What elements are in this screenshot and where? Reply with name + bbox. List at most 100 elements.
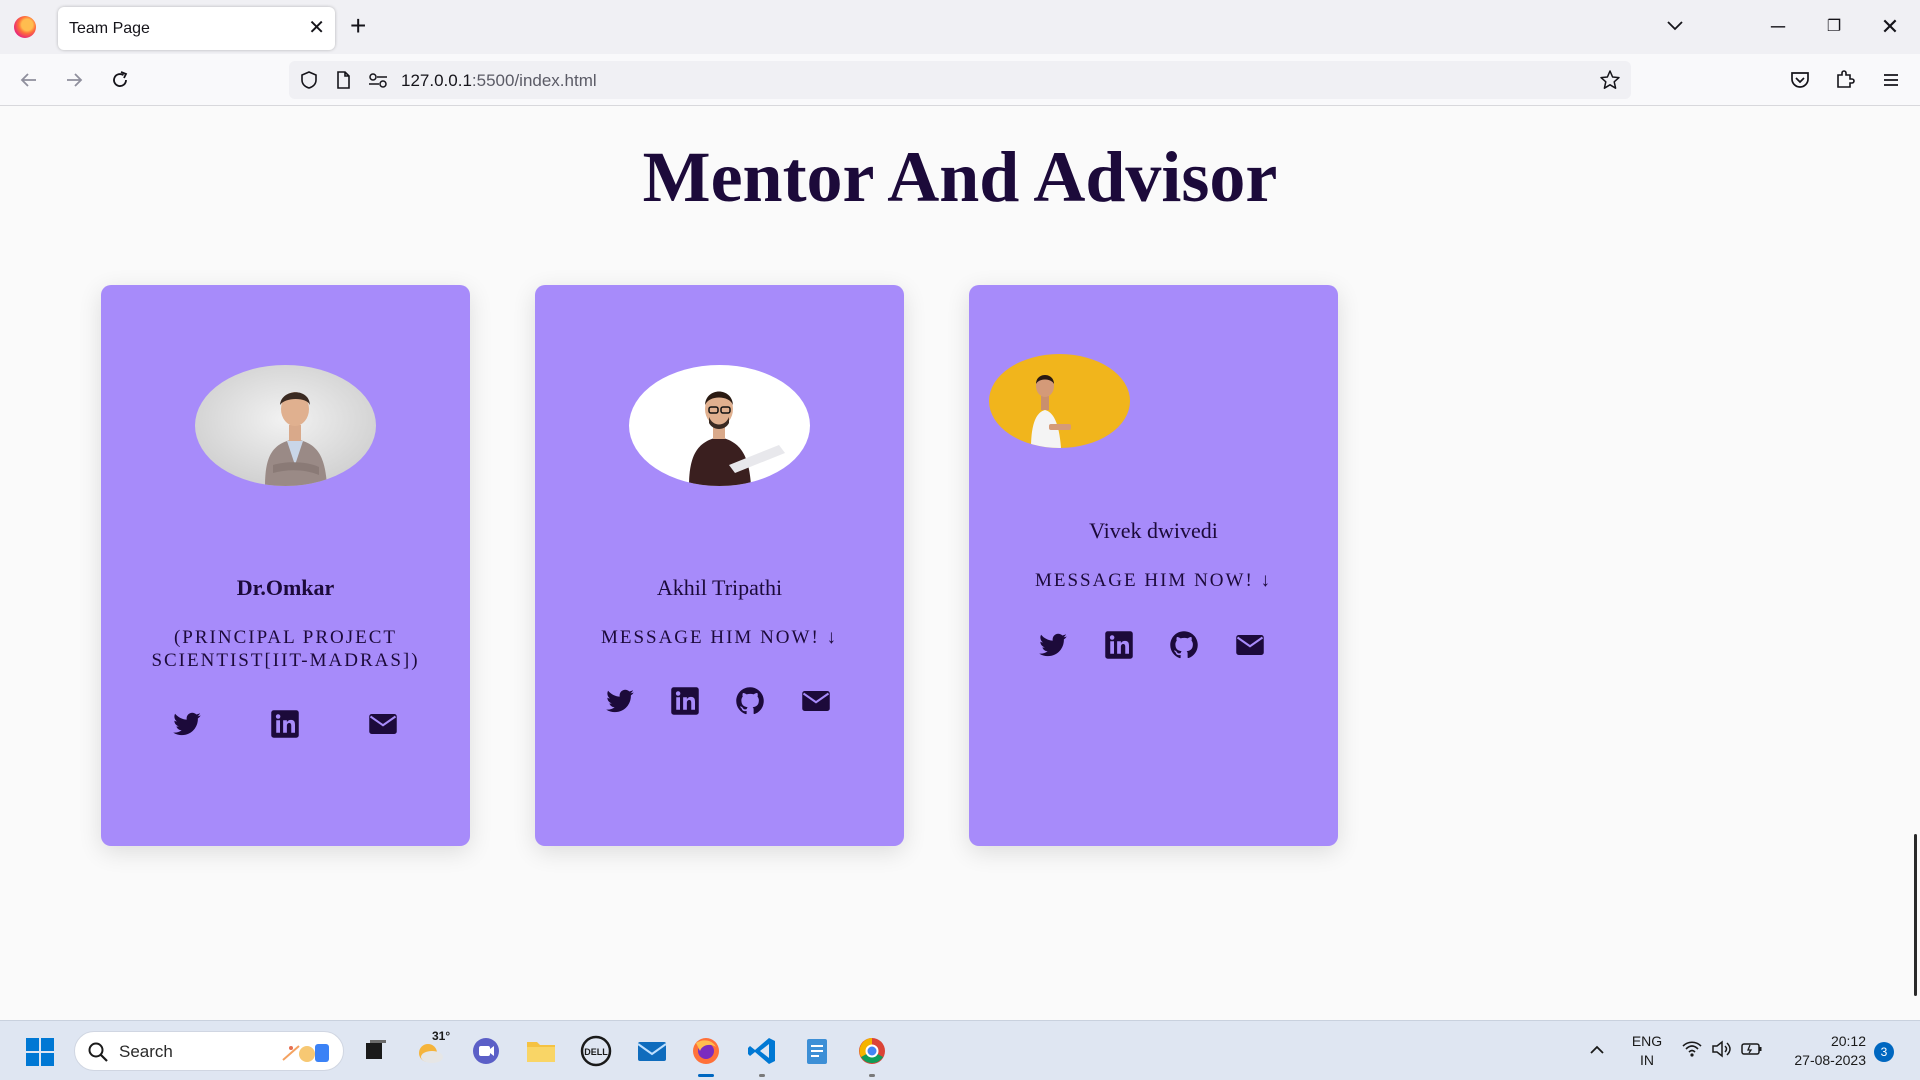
taskbar-vscode[interactable]	[744, 1033, 780, 1077]
running-indicator	[869, 1074, 875, 1077]
search-highlight-icon	[282, 1044, 329, 1062]
mentor-card-vivek: Vivek dwivedi MESSAGE HIM NOW! ↓	[969, 285, 1338, 846]
svg-text:DELL: DELL	[584, 1047, 608, 1057]
taskbar-search-box[interactable]: Search	[74, 1031, 344, 1071]
task-view-icon	[366, 1040, 386, 1059]
arrow-left-icon	[20, 73, 36, 87]
battery-icon[interactable]	[1741, 1040, 1763, 1058]
dell-logo-icon: DELL	[580, 1035, 612, 1067]
taskbar-task-view[interactable]	[357, 1033, 393, 1069]
taskbar-weather[interactable]: 31°	[412, 1029, 450, 1069]
chevron-down-icon[interactable]	[1664, 14, 1686, 36]
folder-icon	[527, 1042, 555, 1062]
weather-temperature: 31°	[432, 1029, 451, 1043]
volume-icon[interactable]	[1711, 1040, 1731, 1058]
email-link[interactable]	[1235, 630, 1265, 660]
windows-taskbar: Search 31° DELL ENG IN 20:12 27-08-2023 …	[0, 1020, 1920, 1080]
notepad-icon	[807, 1039, 827, 1064]
url-host: 127.0.0.1	[401, 71, 472, 90]
tab-close-icon[interactable]: ✕	[308, 16, 325, 40]
twitter-link[interactable]	[172, 709, 202, 739]
person-photo-icon	[629, 365, 810, 486]
taskbar-file-explorer[interactable]	[523, 1033, 559, 1069]
linkedin-icon	[271, 710, 299, 738]
envelope-icon	[802, 691, 830, 711]
taskbar-mail[interactable]	[634, 1033, 670, 1069]
address-bar[interactable]: 127.0.0.1:5500/index.html	[289, 61, 1631, 99]
person-photo-icon	[989, 354, 1130, 448]
language-indicator[interactable]: ENG IN	[1630, 1032, 1664, 1070]
tab-team-page[interactable]: Team Page ✕	[58, 7, 335, 50]
close-window-button[interactable]: ✕	[1875, 12, 1905, 42]
restore-button[interactable]: ❐	[1819, 12, 1849, 42]
forward-button[interactable]	[60, 66, 88, 94]
twitter-icon	[1039, 633, 1067, 657]
navigation-toolbar: 127.0.0.1:5500/index.html	[0, 54, 1920, 106]
avatar	[195, 365, 376, 486]
clock-date: 27-08-2023	[1794, 1052, 1866, 1068]
mail-icon	[637, 1042, 667, 1061]
card-name: Vivek dwivedi	[1089, 518, 1218, 543]
mentor-card-akhil: Akhil Tripathi MESSAGE HIM NOW! ↓	[535, 285, 904, 846]
page-icon[interactable]	[333, 70, 353, 90]
twitter-icon	[173, 712, 201, 736]
linkedin-link[interactable]	[670, 686, 700, 716]
system-clock[interactable]: 20:12 27-08-2023	[1776, 1032, 1866, 1070]
new-tab-button[interactable]: +	[350, 10, 366, 42]
tab-strip: Team Page ✕ + ─ ❐ ✕	[0, 0, 1920, 54]
url-text[interactable]: 127.0.0.1:5500/index.html	[401, 71, 597, 91]
vscode-icon	[748, 1038, 775, 1064]
taskbar-notepad[interactable]	[799, 1033, 835, 1069]
windows-start-icon[interactable]	[25, 1037, 55, 1067]
github-link[interactable]	[1169, 630, 1199, 660]
video-call-icon	[473, 1038, 499, 1064]
avatar	[989, 354, 1130, 448]
page-title: Mentor And Advisor	[642, 137, 1278, 217]
scrollbar-thumb[interactable]	[1914, 834, 1917, 996]
card-name: Akhil Tripathi	[656, 575, 783, 600]
linkedin-link[interactable]	[1104, 630, 1134, 660]
pocket-icon[interactable]	[1788, 68, 1812, 92]
email-link[interactable]	[801, 686, 831, 716]
email-link[interactable]	[368, 709, 398, 739]
linkedin-link[interactable]	[270, 709, 300, 739]
twitter-link[interactable]	[1038, 630, 1068, 660]
chrome-icon	[859, 1038, 885, 1064]
star-icon[interactable]	[1599, 69, 1621, 91]
github-icon	[1170, 631, 1198, 659]
firefox-logo-icon[interactable]	[14, 16, 36, 38]
card-subtitle: MESSAGE HIM NOW! ↓	[1034, 570, 1273, 591]
arrow-right-icon	[67, 73, 83, 87]
language-code: ENG	[1631, 1033, 1663, 1049]
taskbar-meet[interactable]	[468, 1033, 504, 1069]
permissions-icon[interactable]	[367, 70, 389, 90]
running-indicator	[759, 1074, 765, 1077]
taskbar-firefox[interactable]	[688, 1033, 724, 1077]
card-subtitle: (PRINCIPAL PROJECT SCIENTIST[IIT-MADRAS]…	[151, 627, 420, 671]
chevron-up-icon[interactable]	[1588, 1041, 1606, 1059]
envelope-icon	[369, 714, 397, 734]
puzzle-icon[interactable]	[1833, 67, 1857, 91]
region-code: IN	[1640, 1052, 1654, 1068]
twitter-link[interactable]	[605, 686, 635, 716]
back-button[interactable]	[15, 66, 43, 94]
firefox-icon	[693, 1038, 719, 1064]
reload-button[interactable]	[106, 66, 134, 94]
avatar	[629, 365, 810, 486]
taskbar-chrome[interactable]	[854, 1033, 890, 1077]
mentor-card-omkar: Dr.Omkar (PRINCIPAL PROJECT SCIENTIST[II…	[101, 285, 470, 846]
active-indicator	[698, 1074, 714, 1077]
shield-icon[interactable]	[299, 70, 319, 90]
minimize-button[interactable]: ─	[1763, 12, 1793, 42]
url-path: :5500/index.html	[471, 71, 597, 90]
github-link[interactable]	[735, 686, 765, 716]
wifi-icon[interactable]	[1682, 1040, 1702, 1058]
card-name: Dr.Omkar	[236, 575, 335, 600]
hamburger-menu-icon[interactable]	[1879, 68, 1903, 92]
tab-title: Team Page	[69, 20, 150, 37]
person-photo-icon	[195, 365, 376, 486]
search-icon	[88, 1042, 108, 1062]
search-label: Search	[119, 1042, 173, 1061]
notification-badge[interactable]: 3	[1874, 1042, 1894, 1062]
taskbar-dell[interactable]: DELL	[578, 1033, 614, 1069]
